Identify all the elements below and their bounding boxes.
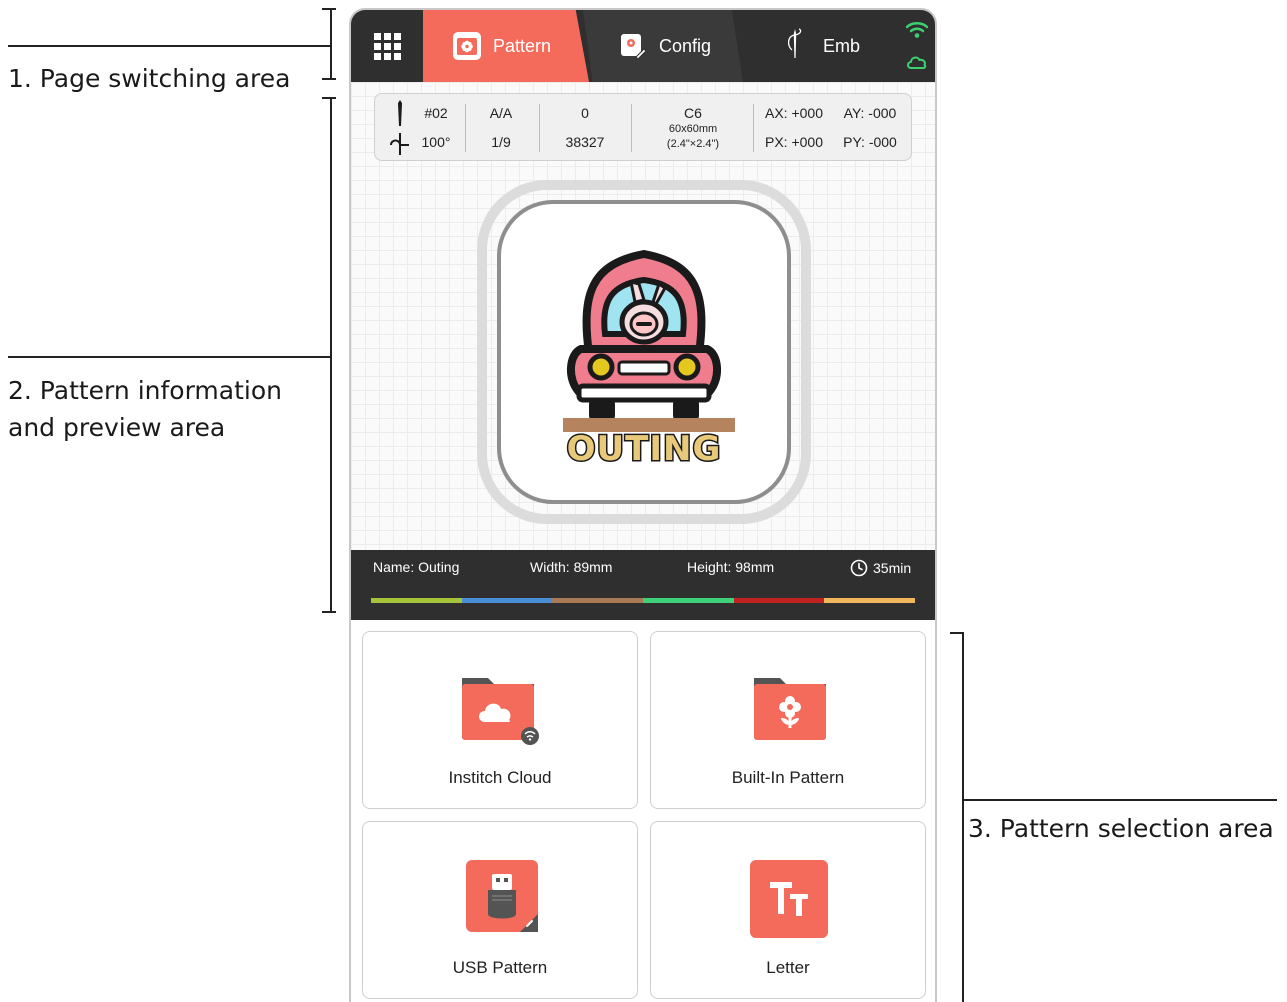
pattern-details-bar: Name: Outing Width: 89mm Height: 98mm 35… xyxy=(351,550,935,620)
needle-number: #02 xyxy=(424,105,448,121)
tab-pattern[interactable]: Pattern xyxy=(423,10,589,82)
apps-grid-icon xyxy=(373,32,401,60)
card-letter[interactable]: Letter xyxy=(650,821,926,999)
annotation-pattern-info-line2: and preview area xyxy=(8,413,226,442)
pattern-height: Height: 98mm xyxy=(687,559,775,575)
bracket-pattern-info xyxy=(330,97,332,613)
embroidery-hoop: OUTING xyxy=(477,180,811,524)
hoop-code: C6 xyxy=(684,105,702,121)
thread-color xyxy=(733,598,825,603)
needle-angle: 100° xyxy=(421,134,451,150)
card-built-in-pattern-label: Built-In Pattern xyxy=(731,768,845,787)
letter-icon xyxy=(750,860,828,938)
annotation-line-page-switching xyxy=(8,45,330,47)
thread-color xyxy=(824,598,916,603)
card-institch-cloud-label: Institch Cloud xyxy=(448,768,552,787)
pattern-info-panel: #02 100° A/A 1/9 0 38327 C6 60x60mm (2.4… xyxy=(374,93,912,161)
usb-icon xyxy=(466,860,538,932)
card-institch-cloud[interactable]: Institch Cloud xyxy=(362,631,638,809)
pattern-time: 35min xyxy=(873,560,912,576)
hoop-size-in: (2.4"×2.4") xyxy=(666,138,720,150)
card-letter-label: Letter xyxy=(766,958,810,977)
annotation-pattern-info-line1: 2. Pattern information xyxy=(8,376,282,405)
thread-color xyxy=(552,598,644,603)
hoop-size-mm: 60x60mm xyxy=(668,123,718,135)
stitch-count: 38327 xyxy=(565,134,605,150)
annotation-pattern-selection: 3. Pattern selection area xyxy=(968,814,1274,843)
thread-color xyxy=(461,598,553,603)
config-card-icon xyxy=(619,32,647,60)
bracket-tick xyxy=(322,78,336,80)
flower-card-icon xyxy=(453,32,481,60)
page-switching-bar: Pattern Config Emb xyxy=(351,10,935,82)
cloud-folder-icon xyxy=(462,678,539,745)
tab-config-label: Config xyxy=(659,35,712,56)
presser-foot-icon xyxy=(390,133,409,155)
value-zero: 0 xyxy=(581,105,589,121)
needle-thread-icon xyxy=(783,27,807,65)
tab-config[interactable]: Config xyxy=(583,10,743,82)
py-value: PY: -000 xyxy=(843,134,897,150)
tab-emb[interactable]: Emb xyxy=(737,10,897,82)
ay-value: AY: -000 xyxy=(843,105,897,121)
bracket-pattern-selection xyxy=(962,632,964,1002)
px-value: PX: +000 xyxy=(765,134,823,150)
hoop-canvas[interactable]: OUTING xyxy=(497,200,791,504)
needle-icon xyxy=(398,100,402,126)
card-built-in-pattern[interactable]: Built-In Pattern xyxy=(650,631,926,809)
thread-color xyxy=(643,598,734,603)
wifi-icon xyxy=(905,22,929,38)
cloud-icon xyxy=(907,56,927,69)
thread-color xyxy=(371,598,462,603)
clock-icon xyxy=(850,559,868,577)
pattern-width: Width: 89mm xyxy=(530,559,613,575)
annotation-line-pattern-info xyxy=(8,356,330,358)
flower-folder-icon xyxy=(754,678,826,740)
ax-value: AX: +000 xyxy=(765,105,823,121)
apps-menu-button[interactable] xyxy=(351,10,423,82)
thread-color-strip xyxy=(371,598,916,603)
tab-emb-label: Emb xyxy=(823,35,861,56)
value-aa: A/A xyxy=(489,105,513,121)
time-display: 35min xyxy=(850,559,911,577)
bracket-tick xyxy=(322,97,336,99)
card-usb-pattern[interactable]: USB Pattern xyxy=(362,821,638,999)
bracket-page-switching xyxy=(330,8,332,80)
bracket-tick xyxy=(322,8,336,10)
annotation-page-switching: 1. Page switching area xyxy=(8,64,291,93)
outing-car-design: OUTING xyxy=(563,249,735,471)
card-usb-pattern-label: USB Pattern xyxy=(452,958,548,977)
tab-pattern-label: Pattern xyxy=(493,35,552,56)
value-fraction: 1/9 xyxy=(491,134,511,150)
design-text: OUTING xyxy=(567,429,722,469)
device-screen: Pattern Config Emb OUTING #02 100° A/A 1… xyxy=(349,8,937,1002)
annotation-line-pattern-selection xyxy=(962,799,1277,801)
bracket-tick xyxy=(950,632,964,634)
pattern-name: Name: Outing xyxy=(373,559,460,575)
status-area xyxy=(905,16,929,76)
bracket-tick xyxy=(322,611,336,613)
